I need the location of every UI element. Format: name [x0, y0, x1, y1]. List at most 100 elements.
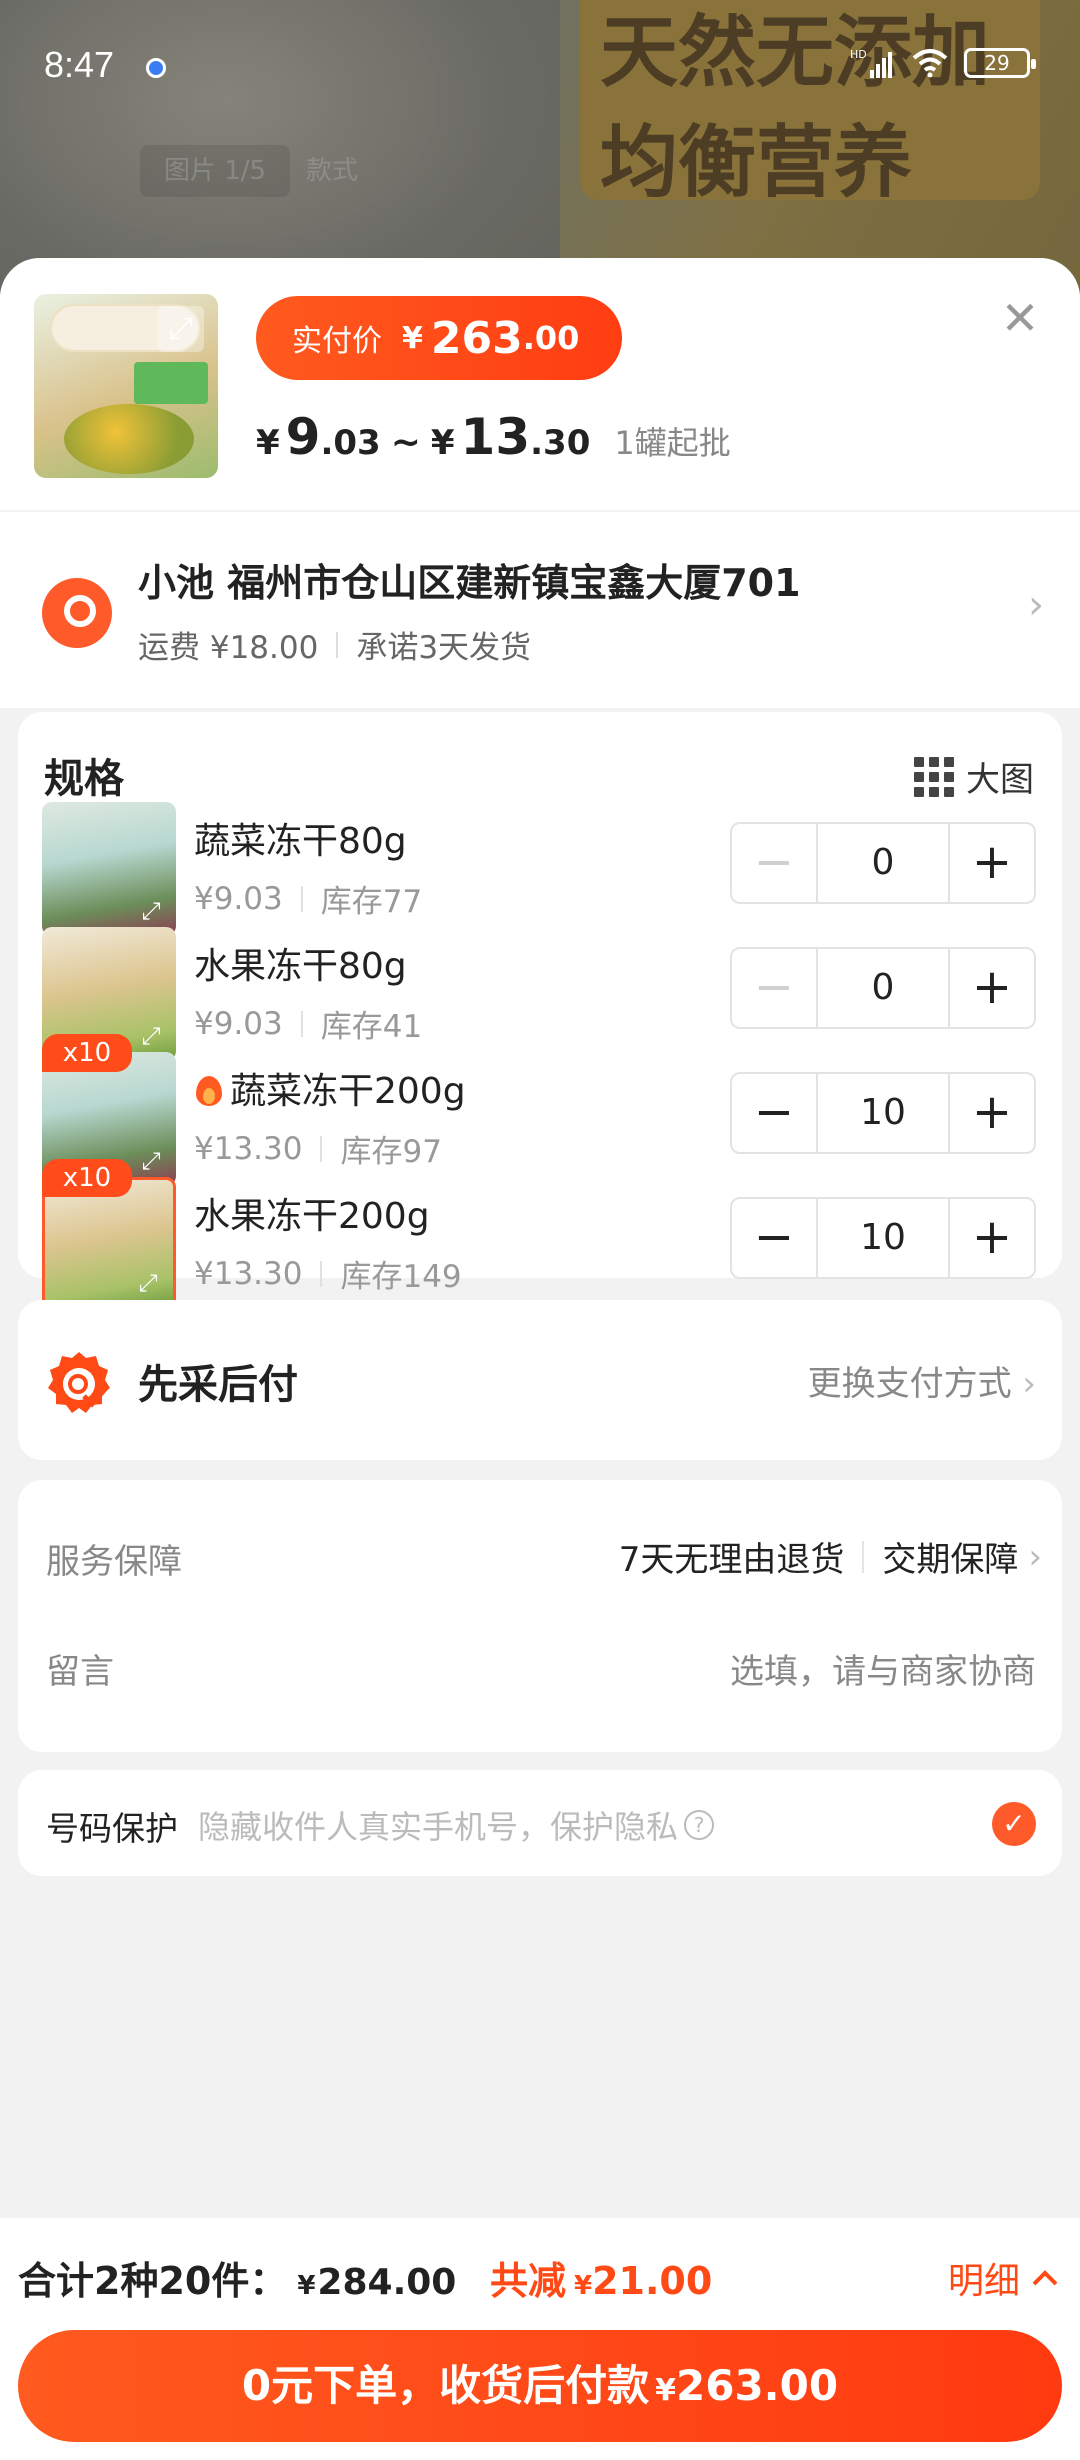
- quantity-value[interactable]: 0: [816, 824, 950, 902]
- purchase-sheet: ⤢ 实付价 ¥ 263 .00 ¥ 9 .03 ~ ¥ 13 .30 1罐起批 …: [0, 258, 1080, 2460]
- change-payment-label: 更换支付方式: [807, 1364, 1012, 1404]
- discount-total: 共减 ¥ 21.00: [490, 2250, 712, 2305]
- quantity-value[interactable]: 10: [816, 1074, 950, 1152]
- range-currency: ¥: [430, 423, 455, 463]
- cta-currency: ¥: [655, 2373, 677, 2408]
- actual-price-currency: ¥: [402, 320, 423, 356]
- decrease-button[interactable]: −: [732, 1199, 816, 1277]
- sheet-header: ⤢ 实付价 ¥ 263 .00 ¥ 9 .03 ~ ¥ 13 .30 1罐起批 …: [0, 258, 1080, 510]
- status-bar: 8:47 HD 29: [0, 0, 1080, 135]
- phone-protect-checkbox[interactable]: ✓: [992, 1802, 1036, 1846]
- service-guarantees[interactable]: 7天无理由退货 交期保障 ›: [619, 1532, 1042, 1581]
- quantity-stepper: −10 +: [730, 1197, 1036, 1279]
- memo-label: 留言: [46, 1652, 114, 1692]
- order-total: 合计2种20件： ¥ 284.00: [18, 2250, 456, 2305]
- quantity-value[interactable]: 0: [816, 949, 950, 1027]
- divider: [862, 1540, 865, 1573]
- address-name-line: 小池 福州市仓山区建新镇宝鑫大厦701: [138, 561, 801, 605]
- minimum-order: 1罐起批: [614, 424, 731, 462]
- spec-name: 蔬菜冻干200g: [194, 1062, 466, 1114]
- increase-button[interactable]: +: [950, 1074, 1034, 1152]
- price-range: ¥ 9 .03 ~ ¥ 13 .30 1罐起批: [256, 408, 731, 466]
- change-payment-link[interactable]: 更换支付方式 ›: [808, 1356, 1036, 1405]
- total-label: 合计2种20件：: [18, 2259, 288, 2303]
- submit-order-button[interactable]: 0元下单，收货后付款 ¥263.00: [18, 2330, 1062, 2442]
- divider: [320, 1260, 323, 1287]
- location-pin-icon: [42, 578, 112, 648]
- range-separator: ~: [390, 422, 421, 463]
- range-low-int: 9: [285, 408, 321, 466]
- quantity-badge: x10: [42, 1034, 132, 1072]
- shipping-fee: 运费 ¥18.00: [138, 630, 319, 666]
- decrease-button[interactable]: −: [732, 1074, 816, 1152]
- service-label: 服务保障: [46, 1542, 182, 1582]
- phone-protect-label: 号码保护: [46, 1809, 178, 1848]
- increase-button[interactable]: +: [950, 824, 1034, 902]
- address-section[interactable]: 小池 福州市仓山区建新镇宝鑫大厦701 运费 ¥18.00 承诺3天发货 ›: [0, 512, 1080, 708]
- total-currency: ¥: [297, 2271, 316, 2301]
- decrease-button[interactable]: −: [732, 949, 816, 1027]
- close-icon[interactable]: ✕: [998, 295, 1042, 341]
- spec-name: 水果冻干80g: [194, 937, 407, 989]
- delivery-promise: 承诺3天发货: [356, 630, 532, 666]
- service-card: 服务保障 7天无理由退货 交期保障 › 留言 选填，请与商家协商: [18, 1480, 1062, 1752]
- thumb-label: [134, 362, 208, 404]
- detail-toggle[interactable]: 明细: [948, 2252, 1058, 2304]
- pay-later-card[interactable]: 先采后付 更换支付方式 ›: [18, 1300, 1062, 1460]
- address-subline: 运费 ¥18.00 承诺3天发货: [138, 622, 531, 667]
- checkout-bar: 合计2种20件： ¥ 284.00 共减 ¥ 21.00 明细 0元下单，收货后…: [0, 2218, 1080, 2460]
- expand-icon: ⤢: [138, 1269, 158, 1297]
- expand-icon[interactable]: ⤢: [158, 306, 204, 352]
- pay-later-badge-icon: [48, 1352, 110, 1413]
- phone-protect-card: 号码保护 隐藏收件人真实手机号，保护隐私 ? ✓: [18, 1770, 1062, 1876]
- range-currency: ¥: [256, 423, 280, 463]
- status-time: 8:47: [44, 44, 115, 85]
- spec-name-text: 蔬菜冻干80g: [194, 821, 407, 862]
- spec-meta: ¥13.30 库存149: [194, 1251, 462, 1296]
- discount-currency: ¥: [574, 2271, 593, 2301]
- total-amount: 284.00: [317, 2262, 457, 2303]
- chevron-right-icon: ›: [1022, 1364, 1036, 1404]
- return-policy: 7天无理由退货: [618, 1540, 845, 1580]
- battery-icon: 29: [964, 48, 1036, 78]
- spec-name: 蔬菜冻干80g: [194, 812, 407, 864]
- phone-protect-text: 隐藏收件人真实手机号，保护隐私: [198, 1808, 679, 1846]
- range-high-int: 13: [460, 408, 531, 466]
- thumb-contents: [64, 404, 194, 474]
- quantity-stepper: −0 +: [730, 947, 1036, 1029]
- spec-row: x10 ⤢ 水果冻干200g ¥13.30 库存149 −10 +: [18, 1157, 1062, 1311]
- quantity-badge: x10: [42, 1159, 132, 1197]
- increase-button[interactable]: +: [950, 1199, 1034, 1277]
- spec-stock: 库存149: [340, 1259, 462, 1295]
- spec-price: ¥13.30: [194, 1255, 303, 1292]
- quantity-stepper: −10 +: [730, 1072, 1036, 1154]
- spec-name-text: 水果冻干80g: [194, 946, 407, 987]
- pay-later-title: 先采后付: [138, 1362, 298, 1408]
- actual-price-pill: 实付价 ¥ 263 .00: [256, 296, 622, 380]
- spec-thumbnail[interactable]: ⤢: [42, 1177, 176, 1311]
- increase-button[interactable]: +: [950, 949, 1034, 1027]
- chevron-up-icon: [1032, 2270, 1058, 2286]
- cta-amount: 263.00: [676, 2361, 839, 2410]
- chevron-right-icon: ›: [1028, 1536, 1042, 1577]
- delivery-guarantee: 交期保障: [882, 1540, 1019, 1580]
- spec-name-text: 水果冻干200g: [194, 1196, 430, 1237]
- detail-label: 明细: [947, 2261, 1020, 2302]
- range-low-dec: .03: [320, 423, 381, 463]
- quantity-stepper: −0 +: [730, 822, 1036, 904]
- phone-protect-desc: 隐藏收件人真实手机号，保护隐私 ?: [198, 1802, 715, 1848]
- notification-app-icon: [146, 58, 166, 78]
- help-icon[interactable]: ?: [684, 1810, 715, 1840]
- actual-price-label: 实付价: [292, 324, 382, 359]
- spec-name-text: 蔬菜冻干200g: [230, 1071, 466, 1112]
- quantity-value[interactable]: 10: [816, 1199, 950, 1277]
- divider: [336, 631, 339, 658]
- actual-price-dec: .00: [522, 319, 580, 357]
- range-high-dec: .30: [530, 423, 591, 463]
- product-thumbnail[interactable]: ⤢: [34, 294, 218, 478]
- cta-text: 0元下单，收货后付款: [241, 2361, 650, 2410]
- spec-card: 规格 大图 ⤢ 蔬菜冻干80g ¥9.03 库存77−0 + ⤢ 水果冻干80g ¥9.03 库…: [18, 712, 1062, 1311]
- decrease-button[interactable]: −: [732, 824, 816, 902]
- discount-amount: 21.00: [592, 2259, 713, 2303]
- memo-input[interactable]: 选填，请与商家协商: [730, 1644, 1036, 1693]
